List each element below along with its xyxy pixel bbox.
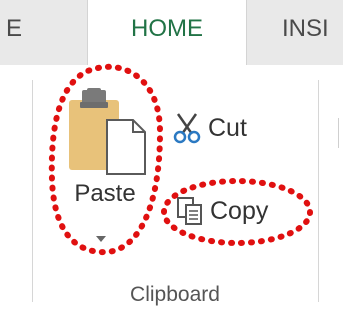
tab-file-partial[interactable]: E	[0, 0, 40, 65]
paste-label: Paste	[74, 180, 136, 207]
group-separator-stub	[338, 118, 339, 148]
cut-label: Cut	[208, 113, 247, 142]
copy-icon	[177, 197, 202, 225]
copy-label: Copy	[210, 196, 269, 225]
clipboard-group-label: Clipboard	[130, 283, 220, 306]
ribbon-tab-strip: E HOME INSI	[0, 0, 343, 65]
tab-home[interactable]: HOME	[87, 0, 247, 65]
chevron-down-icon[interactable]	[94, 234, 108, 244]
scissors-icon	[173, 113, 201, 144]
excel-ribbon-screenshot: E HOME INSI Paste Cut Copy Clipboard	[0, 0, 343, 309]
group-separator-left	[32, 80, 33, 302]
copy-button[interactable]: Copy	[176, 193, 268, 229]
cut-button[interactable]: Cut	[172, 110, 247, 146]
ribbon-body	[0, 65, 343, 309]
clipboard-paste-icon	[69, 88, 146, 175]
group-separator-right	[318, 80, 319, 302]
tab-insert-partial[interactable]: INSI	[282, 0, 343, 65]
